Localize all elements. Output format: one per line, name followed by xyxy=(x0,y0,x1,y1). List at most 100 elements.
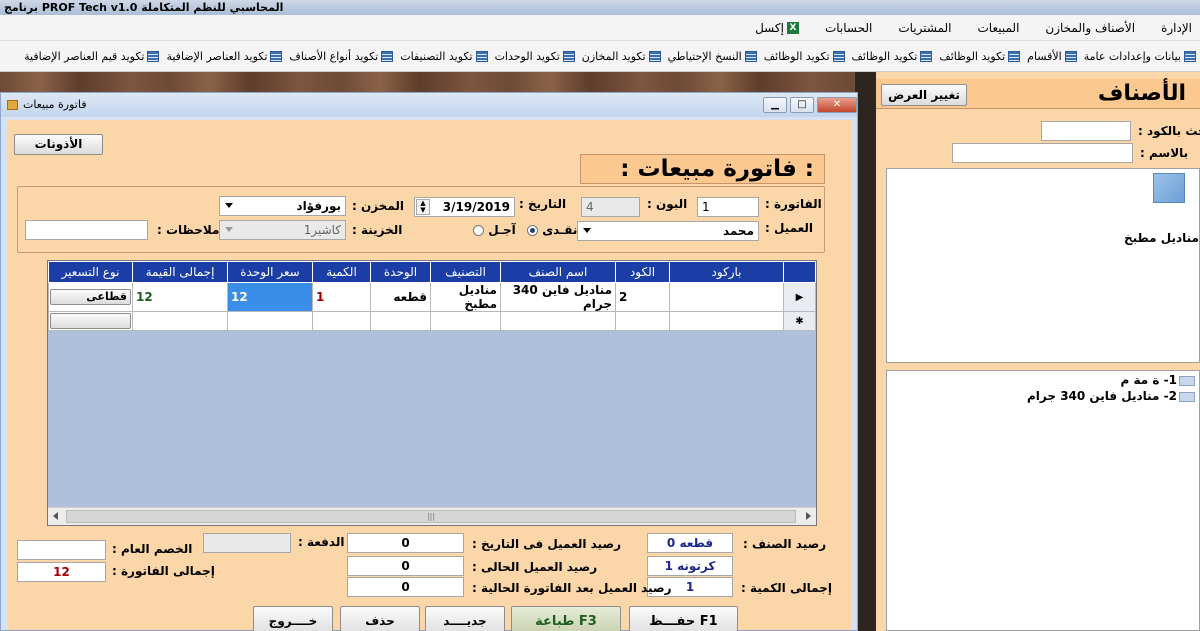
items-tree[interactable]: 1- ة مة م 2- مناديل فاين 340 جرام xyxy=(886,370,1200,631)
scroll-left-icon[interactable] xyxy=(53,512,58,520)
pricing-type-button[interactable]: قطاعى xyxy=(50,289,131,305)
cell-empty[interactable] xyxy=(500,311,616,331)
tree-node-icon xyxy=(1179,391,1195,402)
print-button[interactable]: طباعة F3 xyxy=(511,606,621,631)
toolbar-item-jobs-3[interactable]: تكويد الوظائف xyxy=(764,50,845,63)
cell-total-value[interactable]: 12 xyxy=(132,282,228,312)
minimize-button[interactable]: ▁ xyxy=(763,97,787,113)
cell-unit-price[interactable]: 12 xyxy=(227,282,313,312)
payment-credit-option[interactable]: آجـل xyxy=(473,223,516,237)
maximize-button[interactable]: □ xyxy=(790,97,814,113)
item-balance-pieces: 0 قطعه xyxy=(647,533,733,553)
new-row-icon[interactable]: ✱ xyxy=(783,311,816,331)
toolbar-item-units[interactable]: تكويد الوحدات xyxy=(495,50,575,63)
vouchers-button[interactable]: الأذونات xyxy=(14,134,103,155)
store-select[interactable]: بورفؤاد xyxy=(219,196,346,216)
toolbar-item-jobs-2[interactable]: تكويد الوظائف xyxy=(852,50,933,63)
client-balance-after-value: 0 xyxy=(347,577,464,597)
cell-empty[interactable] xyxy=(227,311,313,331)
invoice-window-title: فاتورة مبيعات xyxy=(23,98,87,111)
toolbar-item-backup[interactable]: النسخ الإحتياطي xyxy=(668,50,757,63)
toolbar-item-extra-elements[interactable]: تكويد العناصر الإضافية xyxy=(166,50,283,63)
cell-empty[interactable] xyxy=(430,311,501,331)
search-code-input[interactable] xyxy=(1041,121,1131,141)
new-button[interactable]: جديــــد xyxy=(425,606,505,631)
cell-empty[interactable] xyxy=(132,311,228,331)
scroll-thumb[interactable]: ||| xyxy=(66,510,796,523)
date-spin-icon[interactable]: ▲ ▼ xyxy=(416,199,430,215)
cell-pricing-type-empty[interactable] xyxy=(48,311,133,331)
toolbar-item-item-types[interactable]: تكويد أنواع الأصناف xyxy=(289,50,394,63)
col-code[interactable]: الكود xyxy=(615,261,670,283)
radio-selected-icon[interactable] xyxy=(527,225,538,236)
menu-accounts[interactable]: الحسابات xyxy=(825,21,872,35)
category-tile-icon[interactable] xyxy=(1153,173,1185,203)
row-pointer-icon[interactable]: ▶ xyxy=(783,282,816,312)
search-name-input[interactable] xyxy=(952,143,1133,163)
cell-item-name[interactable]: مناديل فاين 340 جرام xyxy=(500,282,616,312)
table-row-new[interactable]: ✱ xyxy=(48,311,816,331)
delete-invoice-button[interactable]: حذف الفاتورة xyxy=(340,606,420,631)
close-button[interactable]: ✕ xyxy=(817,97,857,113)
excel-icon: X xyxy=(786,22,799,34)
toolbar-item-extra-values[interactable]: تكويد قيم العناصر الإضافية xyxy=(24,50,160,63)
form-icon xyxy=(1008,50,1021,62)
col-category[interactable]: التصنيف xyxy=(430,261,501,283)
cell-category[interactable]: مناديل مطبخ xyxy=(430,282,501,312)
exit-button[interactable]: خــــروج xyxy=(253,606,333,631)
menu-sales[interactable]: المبيعات xyxy=(978,21,1020,35)
app-title-bar: برنامج PROF Tech v1.0 المحاسبي للنظم الم… xyxy=(0,0,1200,15)
cell-empty[interactable] xyxy=(615,311,670,331)
change-view-button[interactable]: تغيير العرض xyxy=(881,84,967,106)
col-barcode[interactable]: باركود xyxy=(669,261,784,283)
items-tile-view[interactable]: مناديل مطبخ xyxy=(886,168,1200,363)
treasury-label: الخزينة : xyxy=(352,223,403,237)
category-tile-label[interactable]: مناديل مطبخ xyxy=(1124,231,1199,245)
cell-pricing-type[interactable]: قطاعى xyxy=(48,282,133,312)
radio-unselected-icon[interactable] xyxy=(473,225,484,236)
voucher-field[interactable]: 4 xyxy=(581,197,640,217)
menu-purchases[interactable]: المشتريات xyxy=(898,21,951,35)
save-button[interactable]: حفـــظ F1 xyxy=(629,606,738,631)
invoice-items-grid[interactable]: باركود الكود اسم الصنف التصنيف الوحدة ال… xyxy=(47,260,817,526)
cell-unit[interactable]: قطعه xyxy=(370,282,431,312)
col-total-value[interactable]: إجمالى القيمة xyxy=(132,261,228,283)
horizontal-scrollbar[interactable]: ||| xyxy=(48,507,816,525)
col-unit-price[interactable]: سعر الوحدة xyxy=(227,261,313,283)
cell-code[interactable]: 2 xyxy=(615,282,670,312)
voucher-label: البون : xyxy=(647,197,688,211)
notes-input[interactable] xyxy=(25,220,148,240)
pricing-type-button-empty[interactable] xyxy=(50,313,131,329)
row-header-corner xyxy=(783,261,816,283)
scroll-right-icon[interactable] xyxy=(806,512,811,520)
cell-barcode[interactable] xyxy=(669,282,784,312)
payment-cash-option[interactable]: نقـدى xyxy=(527,223,577,237)
col-item-name[interactable]: اسم الصنف xyxy=(500,261,616,283)
discount-input[interactable] xyxy=(17,540,106,560)
cell-empty[interactable] xyxy=(370,311,431,331)
col-pricing-type[interactable]: نوع التسعير xyxy=(48,261,133,283)
toolbar-item-general-settings[interactable]: بيانات وإعدادات عامة xyxy=(1084,50,1196,63)
client-select[interactable]: محمد xyxy=(577,221,759,241)
treasury-select[interactable]: كاشير1 xyxy=(219,220,346,240)
tree-item[interactable]: 2- مناديل فاين 340 جرام xyxy=(887,389,1199,405)
toolbar-item-departments[interactable]: الأقسام xyxy=(1027,50,1077,63)
client-label: العميل : xyxy=(765,221,814,235)
menu-items-stores[interactable]: الأصناف والمخازن xyxy=(1045,21,1135,35)
toolbar-label: النسخ الإحتياطي xyxy=(667,49,742,63)
cell-empty[interactable] xyxy=(312,311,371,331)
menu-excel[interactable]: Xإكسل xyxy=(755,21,799,35)
toolbar-item-jobs-1[interactable]: تكويد الوظائف xyxy=(939,50,1021,63)
menu-admin[interactable]: الإدارة xyxy=(1161,21,1192,35)
cell-qty[interactable]: 1 xyxy=(312,282,371,312)
toolbar-item-stores[interactable]: تكويد المخازن xyxy=(582,50,661,63)
table-row[interactable]: ▶ 2 مناديل فاين 340 جرام مناديل مطبخ قطع… xyxy=(48,282,816,312)
toolbar-item-categories[interactable]: تكويد التصنيفات xyxy=(400,50,488,63)
payment-input[interactable] xyxy=(203,533,291,553)
col-unit[interactable]: الوحدة xyxy=(370,261,431,283)
tree-item[interactable]: 1- ة مة م xyxy=(887,373,1199,389)
date-picker[interactable]: 3/19/2019 ▲ ▼ xyxy=(414,197,515,217)
col-qty[interactable]: الكمية xyxy=(312,261,371,283)
invoice-number-field[interactable]: 1 xyxy=(697,197,759,217)
cell-empty[interactable] xyxy=(669,311,784,331)
